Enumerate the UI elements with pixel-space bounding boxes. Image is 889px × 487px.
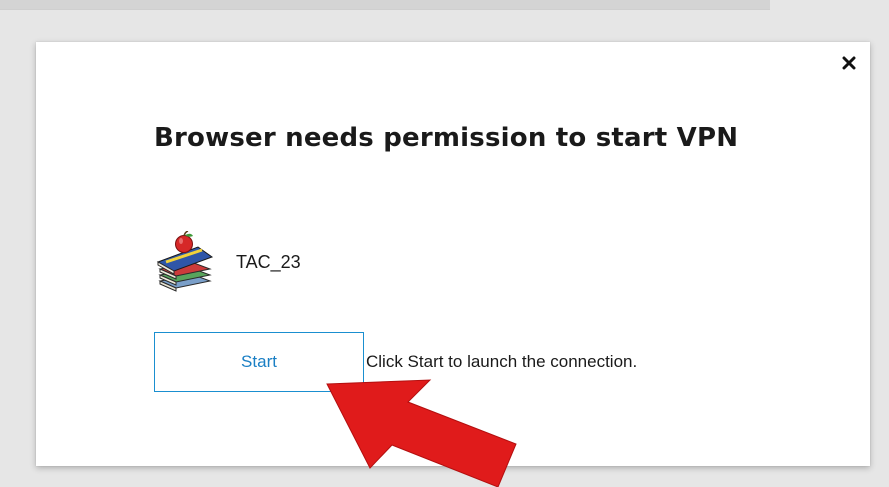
page-background: Browser needs permission to start VPN TA… [0, 0, 889, 487]
app-name: TAC_23 [236, 251, 301, 272]
start-button[interactable]: Start [154, 332, 364, 392]
close-icon [842, 56, 856, 70]
close-button[interactable] [838, 52, 860, 74]
action-row: Start Click Start to launch the connecti… [154, 332, 637, 392]
top-strip [0, 0, 770, 10]
app-row: TAC_23 [154, 231, 301, 293]
dialog-title: Browser needs permission to start VPN [154, 123, 739, 153]
vpn-permission-dialog: Browser needs permission to start VPN TA… [36, 42, 870, 466]
books-apple-icon [156, 231, 214, 292]
start-hint-text: Click Start to launch the connection. [366, 352, 638, 371]
